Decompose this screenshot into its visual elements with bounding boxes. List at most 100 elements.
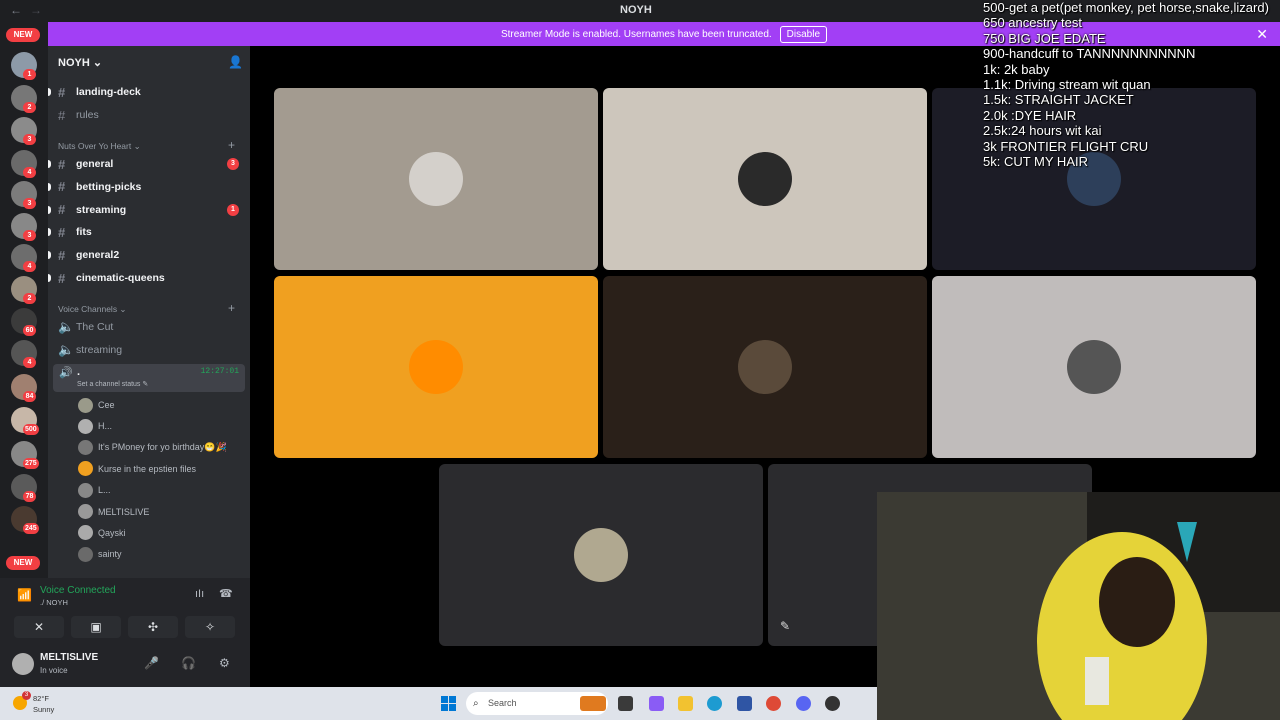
noise-suppression-icon[interactable]: ıIı <box>195 588 204 600</box>
add-voice-channel-icon[interactable]: + <box>228 301 235 315</box>
avatar <box>78 546 93 562</box>
voice-timer: 12:27:01 <box>200 367 239 376</box>
voice-user[interactable]: MELTISLIVE <box>78 503 149 521</box>
hash-icon: # <box>58 247 66 263</box>
voice-channel-streaming[interactable]: 🔈 streaming <box>58 341 122 359</box>
forward-arrow-icon[interactable]: → <box>30 3 42 17</box>
channel-sidebar: NOYH ⌄ 👤 # landing-deck # rules Nuts Over … <box>48 46 250 578</box>
voice-user[interactable]: H... <box>78 417 112 435</box>
add-channel-icon[interactable]: + <box>228 138 235 152</box>
voice-user[interactable]: Cee <box>78 396 115 414</box>
channel-item[interactable]: # cinematic-queens <box>58 269 165 287</box>
voice-user[interactable]: It's PMoney for yo birthday😁🎉 <box>78 439 227 457</box>
set-channel-status[interactable]: Set a channel status ✎ <box>77 380 148 388</box>
weather-temperature[interactable]: 82°F <box>33 694 49 703</box>
task-view-icon[interactable] <box>618 696 633 711</box>
participant-tile[interactable] <box>274 88 598 270</box>
avatar <box>78 440 93 456</box>
person-add-icon[interactable]: 👤 <box>228 55 243 69</box>
settings-gear-icon[interactable]: ⚙ <box>219 656 230 670</box>
channel-landing-deck[interactable]: # landing-deck <box>58 83 141 101</box>
goal-line: 1k: 2k baby <box>983 61 1050 77</box>
participant-tile[interactable] <box>932 276 1256 458</box>
voice-user-name: H... <box>98 421 113 432</box>
server-mention-badge: 4 <box>23 261 36 272</box>
participant-tile[interactable] <box>439 464 763 646</box>
store-icon[interactable] <box>737 696 752 711</box>
server-mention-badge: 245 <box>23 523 39 534</box>
screen-share-button[interactable]: ▣ <box>71 616 121 638</box>
voice-user[interactable]: Kurse in the epstien files <box>78 460 196 478</box>
stream-edit-icon[interactable]: ✎ <box>780 619 790 633</box>
server-mention-badge: 2 <box>23 102 36 113</box>
weather-condition: Sunny <box>33 705 55 714</box>
server-mention-badge: 4 <box>23 357 36 368</box>
search-icon: ⌕ <box>473 698 479 709</box>
voice-channel-the-cut[interactable]: 🔈 The Cut <box>58 318 113 336</box>
goal-line: 2.5k:24 hours wit kai <box>983 123 1102 139</box>
avatar <box>78 525 93 541</box>
user-name[interactable]: MELTISLIVE <box>40 652 98 663</box>
server-mention-badge: 3 <box>23 198 36 209</box>
channel-label: streaming <box>76 344 123 356</box>
voice-user[interactable]: L... <box>78 481 111 499</box>
edge-icon[interactable] <box>707 696 722 711</box>
avatar <box>78 397 93 413</box>
chrome-icon[interactable] <box>766 696 781 711</box>
headphones-icon[interactable]: 🎧 <box>181 656 196 670</box>
server-mention-badge: 1 <box>23 69 36 80</box>
disable-button[interactable]: Disable <box>779 25 828 43</box>
category-header[interactable]: Nuts Over Yo Heart ⌄ <box>58 141 141 152</box>
widget-icon[interactable] <box>580 696 606 711</box>
microphone-icon[interactable]: 🎤 <box>144 656 159 670</box>
participant-tile[interactable] <box>603 88 927 270</box>
activities-button[interactable]: ✣ <box>128 616 178 638</box>
channel-label: fits <box>76 226 92 239</box>
voice-user-name: sainty <box>98 549 122 560</box>
avatar <box>78 461 93 477</box>
obs-icon[interactable] <box>825 696 840 711</box>
mention-badge: 1 <box>227 203 239 216</box>
disconnect-icon[interactable]: ☎ <box>219 587 233 600</box>
hash-icon: # <box>58 179 66 195</box>
voice-category-header[interactable]: Voice Channels ⌄ <box>58 304 127 315</box>
server-mention-badge: 3 <box>23 134 36 145</box>
back-arrow-icon[interactable]: ← <box>10 3 22 17</box>
banner-text: Streamer Mode is enabled. Usernames have… <box>500 28 772 40</box>
channel-item[interactable]: # fits <box>58 223 92 241</box>
file-explorer-icon[interactable] <box>678 696 693 711</box>
weather-badge: 3 <box>22 691 31 700</box>
channel-item[interactable]: # streaming <box>58 201 126 219</box>
donation-goals-overlay: 500-get a pet(pet monkey, pet horse,snak… <box>983 0 1280 169</box>
server-name[interactable]: NOYH ⌄ <box>58 56 102 69</box>
channel-label: general <box>76 158 114 170</box>
channel-item[interactable]: # betting-picks <box>58 178 141 196</box>
mention-badge: 3 <box>227 158 239 170</box>
unread-indicator <box>48 251 51 260</box>
channel-rules[interactable]: # rules <box>58 106 99 124</box>
server-mention-badge: 84 <box>23 391 36 402</box>
hash-icon: # <box>58 156 66 172</box>
avatar[interactable] <box>12 653 34 675</box>
participant-tile[interactable] <box>274 276 598 458</box>
server-mention-badge: 60 <box>23 325 36 336</box>
participant-tile[interactable] <box>603 276 927 458</box>
active-voice-channel[interactable]: 🔊 . 12:27:01 Set a channel status ✎ <box>53 364 245 392</box>
unread-indicator <box>48 274 51 282</box>
voice-user-name: It's PMoney for yo birthday😁🎉 <box>98 442 227 453</box>
camera-button[interactable]: ✕ <box>14 616 64 638</box>
new-badge: NEW <box>6 28 40 42</box>
discord-icon[interactable] <box>796 696 811 711</box>
windows-start-icon[interactable] <box>441 696 456 711</box>
channel-item[interactable]: # general2 <box>58 246 119 264</box>
copilot-icon[interactable] <box>649 696 664 711</box>
voice-user[interactable]: sainty <box>78 545 122 563</box>
channel-item[interactable]: # general <box>58 155 113 173</box>
voice-user-name: L... <box>98 485 111 496</box>
goal-line: 3k FRONTIER FLIGHT CRU <box>983 138 1149 154</box>
voice-user[interactable]: Qayski <box>78 524 126 542</box>
soundboard-button[interactable]: ✧ <box>185 616 235 638</box>
server-mention-badge: 2 <box>23 293 36 304</box>
new-badge: NEW <box>6 556 40 570</box>
voice-connected-status[interactable]: Voice Connected <box>40 585 116 596</box>
